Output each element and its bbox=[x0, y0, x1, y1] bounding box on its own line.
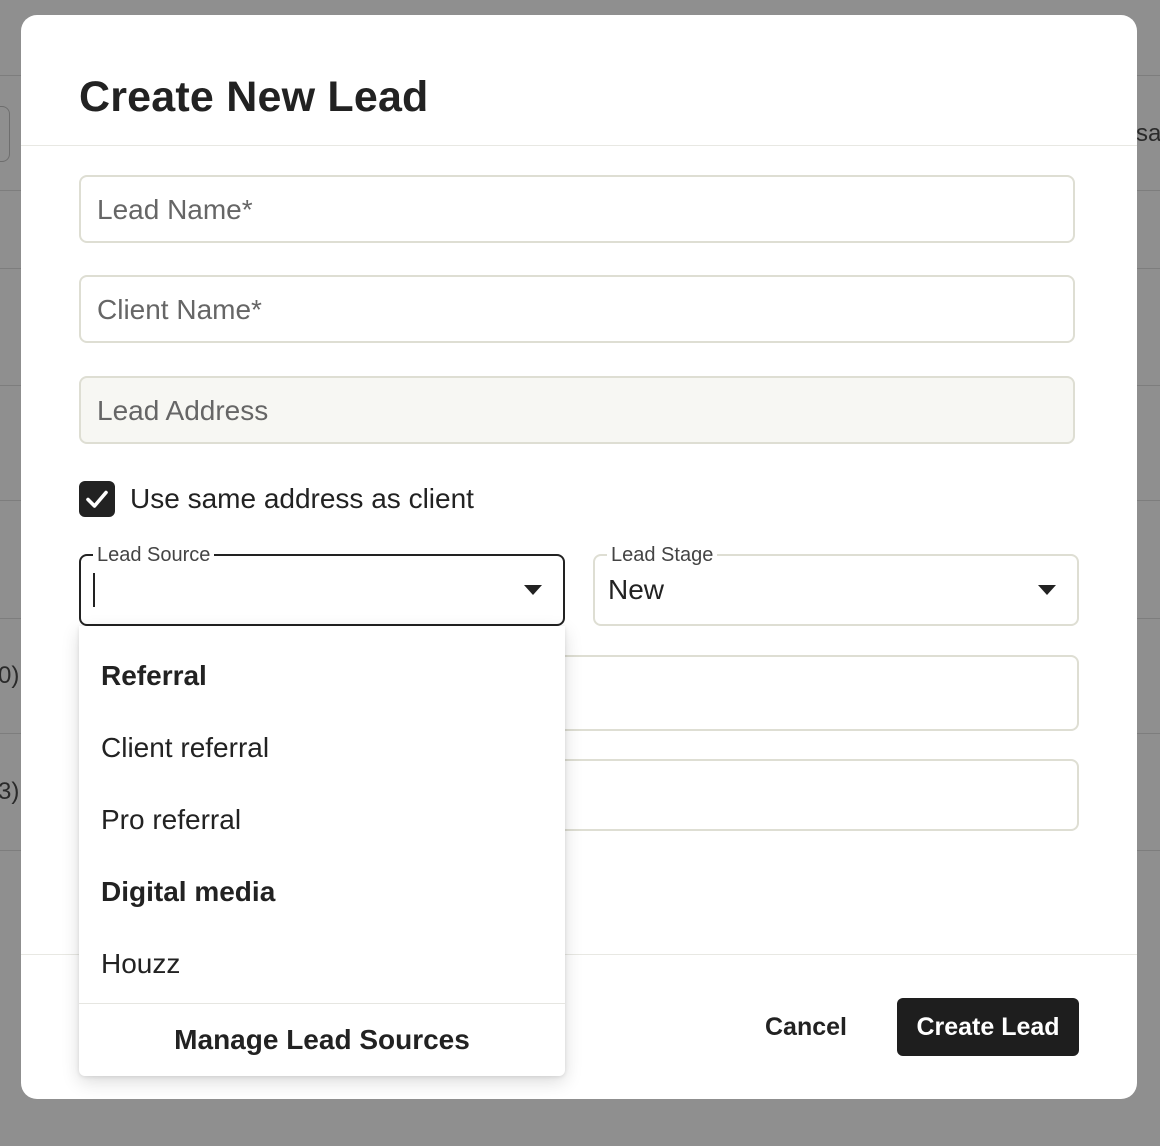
dropdown-group-header: Digital media bbox=[101, 876, 276, 907]
create-lead-button[interactable]: Create Lead bbox=[897, 998, 1079, 1056]
text-cursor bbox=[93, 573, 95, 607]
hidden-form-field[interactable] bbox=[561, 655, 1079, 731]
background-text: sag bbox=[1136, 120, 1160, 147]
background-row-text: 3) bbox=[0, 778, 20, 805]
dropdown-option[interactable]: Houzz bbox=[101, 947, 180, 981]
lead-source-select[interactable]: Lead Source bbox=[79, 544, 565, 626]
same-address-label: Use same address as client bbox=[130, 483, 474, 514]
lead-stage-value: New bbox=[608, 574, 665, 605]
lead-name-field[interactable] bbox=[79, 175, 1075, 243]
cancel-button[interactable]: Cancel bbox=[749, 999, 863, 1055]
client-name-field[interactable] bbox=[79, 275, 1075, 343]
dropdown-option[interactable]: Client referral bbox=[101, 731, 269, 765]
dialog-title: Create New Lead bbox=[79, 73, 429, 121]
lead-address-input bbox=[95, 378, 1059, 444]
lead-stage-label: Lead Stage bbox=[607, 544, 718, 566]
lead-stage-select[interactable]: Lead Stage New bbox=[593, 544, 1079, 626]
dropdown-arrow-icon[interactable] bbox=[1037, 584, 1057, 596]
hidden-form-field[interactable] bbox=[561, 759, 1079, 831]
dropdown-option[interactable]: Pro referral bbox=[101, 803, 241, 837]
dropdown-group-header: Referral bbox=[101, 660, 207, 691]
client-name-input[interactable] bbox=[95, 277, 1059, 343]
lead-address-field bbox=[79, 376, 1075, 444]
lead-source-label: Lead Source bbox=[93, 544, 215, 566]
header-divider bbox=[21, 145, 1137, 146]
lead-source-dropdown-menu: Referral Client referral Pro referral Di… bbox=[79, 626, 565, 1076]
background-row-text: 0) bbox=[0, 662, 20, 689]
same-address-row[interactable]: Use same address as client bbox=[79, 480, 474, 518]
background-button bbox=[0, 106, 10, 162]
dropdown-arrow-icon[interactable] bbox=[523, 584, 543, 596]
checkmark-icon bbox=[86, 490, 108, 508]
manage-lead-sources-button[interactable]: Manage Lead Sources bbox=[79, 1004, 565, 1076]
lead-name-input[interactable] bbox=[95, 177, 1059, 243]
same-address-checkbox[interactable] bbox=[79, 481, 115, 517]
